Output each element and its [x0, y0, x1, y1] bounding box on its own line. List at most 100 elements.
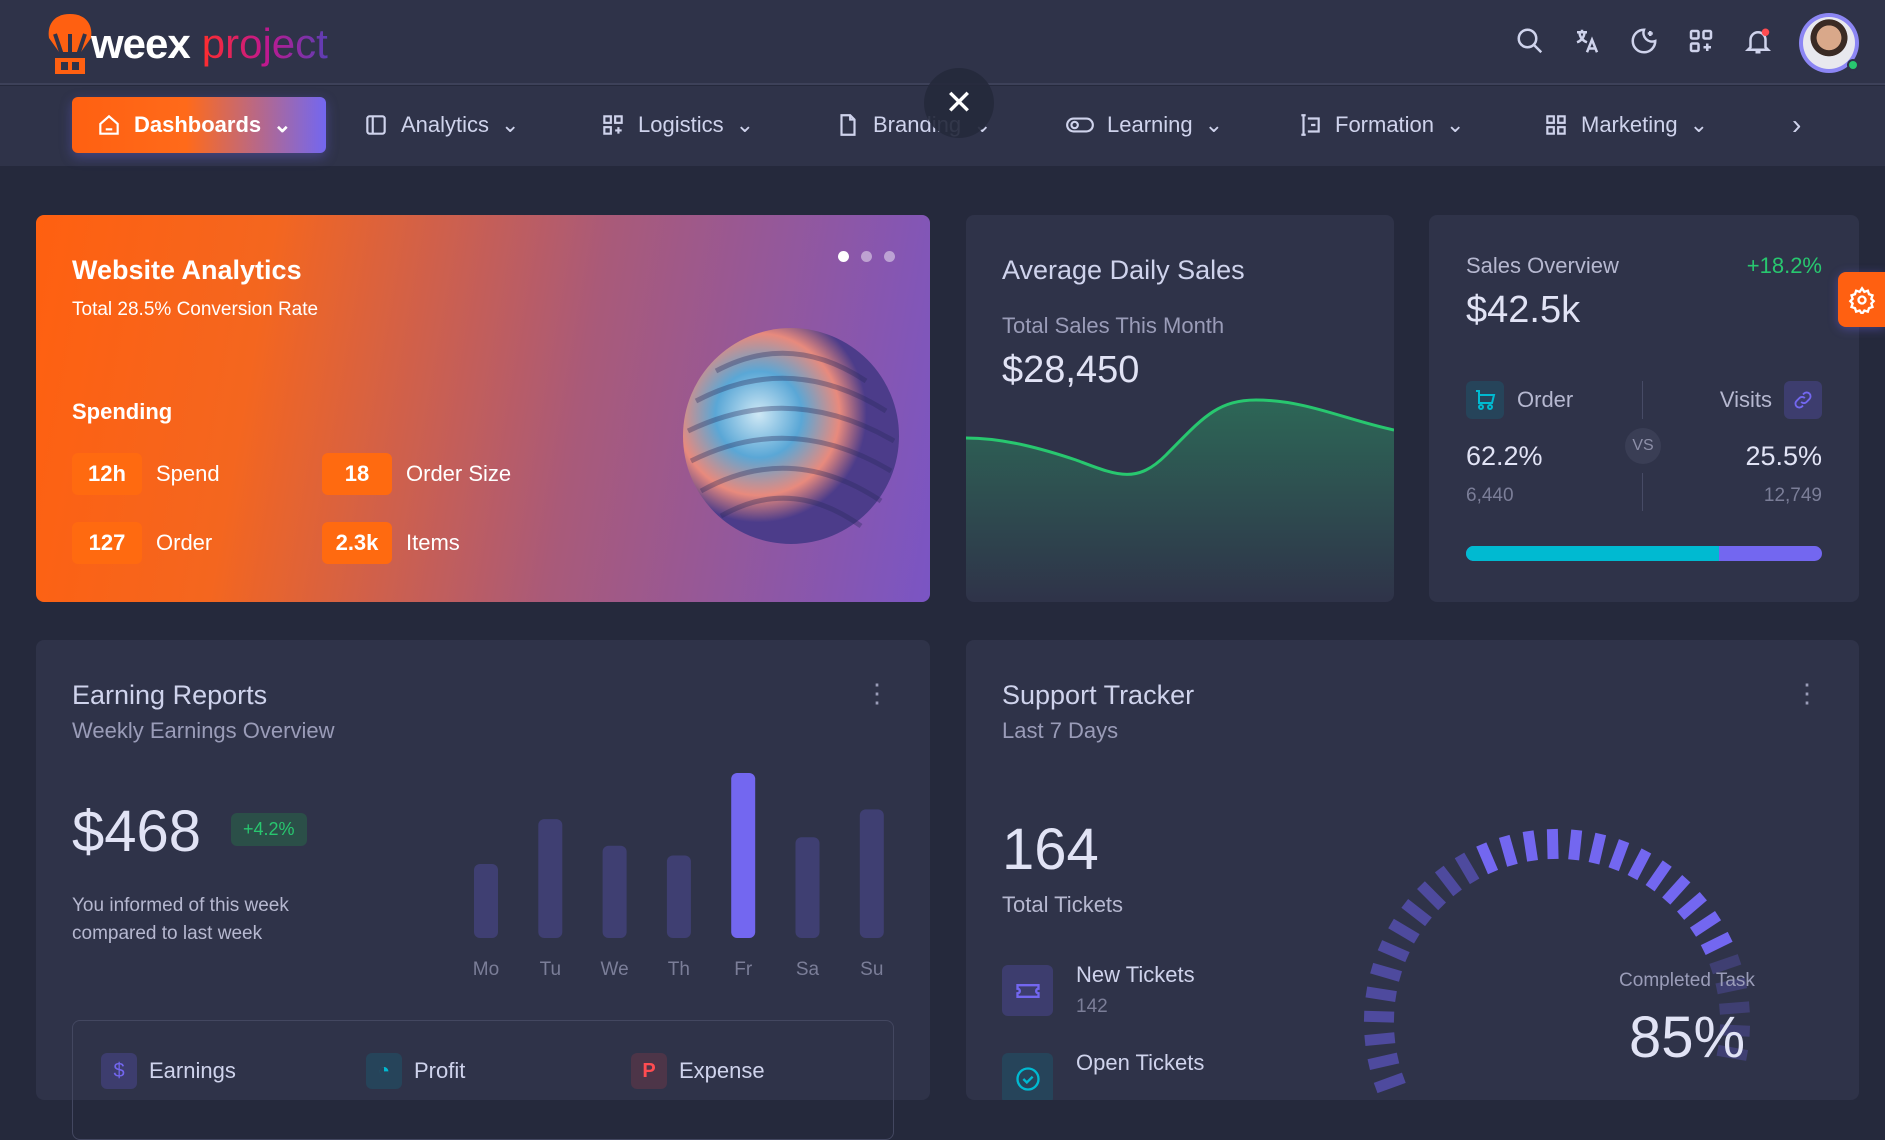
carousel-dot[interactable] [884, 251, 895, 262]
visits-count: 12,749 [1763, 485, 1822, 506]
toggle-icon [1066, 117, 1094, 133]
link-icon [1794, 391, 1812, 409]
card-subtitle: Last 7 Days [1002, 718, 1119, 743]
card-title: Website Analytics [72, 255, 302, 285]
more-options-icon[interactable]: ⋮ [864, 680, 890, 706]
stat-order: 127 Order [72, 522, 212, 564]
x-tick-label: We [601, 959, 629, 980]
order-progress-fill [1466, 546, 1719, 561]
brand-logo[interactable]: weex project [45, 12, 328, 76]
bar-Th [666, 855, 691, 938]
apps-icon[interactable] [1686, 26, 1716, 56]
gauge-tick [1522, 830, 1539, 862]
nav-label: Marketing [1581, 112, 1678, 137]
nav-label: Logistics [638, 112, 724, 137]
gear-icon [1848, 285, 1875, 314]
brand-name-2: project [201, 20, 328, 67]
carousel-dot[interactable] [861, 251, 872, 262]
legend-label: Earnings [149, 1058, 236, 1083]
legend-profit: ◔ Profit [366, 1053, 465, 1089]
nav-analytics[interactable]: Analytics ⌄ [363, 97, 519, 153]
legend-label: Expense [679, 1058, 765, 1083]
gauge-tick [1377, 940, 1410, 963]
gauge-tick [1363, 1010, 1395, 1023]
stat-value: 2.3k [322, 522, 392, 564]
card-title: Support Tracker [1002, 680, 1195, 710]
gauge-tick [1365, 986, 1397, 1003]
translate-icon[interactable] [1572, 26, 1602, 56]
gauge-tick [1677, 892, 1707, 920]
sales-value: $28,450 [1002, 349, 1140, 391]
nav-label: Learning [1107, 112, 1193, 137]
gauge-tick [1373, 1072, 1406, 1094]
visits-icon-box [1784, 381, 1822, 419]
card-subtitle: Total Sales This Month [1002, 313, 1225, 338]
nav-marketing[interactable]: Marketing ⌄ [1543, 97, 1708, 153]
vs-badge: VS [1625, 428, 1661, 464]
search-icon[interactable] [1515, 26, 1545, 56]
visits-label: Visits [1719, 387, 1772, 412]
new-tickets-label: New Tickets [1076, 962, 1195, 987]
gauge-tick [1627, 848, 1652, 881]
gauge-tick [1401, 899, 1432, 927]
customizer-settings-button[interactable] [1838, 272, 1885, 327]
dollar-icon: $ [101, 1053, 137, 1089]
total-tickets-label: Total Tickets [1002, 892, 1124, 917]
paypal-icon: P [631, 1053, 667, 1089]
chart-pie-icon: ◔ [366, 1053, 402, 1089]
comparison-note: You informed of this week compared to la… [72, 895, 289, 944]
grid-plus-icon [603, 115, 623, 135]
card-subtitle: Total 28.5% Conversion Rate [72, 299, 319, 320]
stat-label: Order [156, 530, 213, 555]
nav-label: Formation [1335, 112, 1435, 137]
open-tickets-icon-box [1002, 1053, 1053, 1100]
file-icon [840, 114, 856, 136]
moon-icon[interactable] [1629, 26, 1659, 56]
user-avatar[interactable] [1799, 13, 1859, 73]
average-daily-sales-card: Average Daily Sales Total Sales This Mon… [966, 215, 1394, 602]
stat-label: Order Size [406, 461, 512, 486]
order-icon-box [1466, 381, 1504, 419]
nav-formation[interactable]: Formation ⌄ [1297, 97, 1464, 153]
earning-reports-card: Earning Reports Weekly Earnings Overview… [36, 640, 930, 1140]
stat-items: 2.3k Items [322, 522, 460, 564]
open-tickets-label: Open Tickets [1076, 1050, 1205, 1075]
x-tick-label: Tu [540, 959, 561, 980]
sales-area-chart [966, 398, 1394, 602]
stat-value: 12h [72, 453, 142, 495]
chevron-down-icon: ⌄ [735, 112, 755, 137]
legend-label: Profit [414, 1058, 466, 1083]
carousel-dot[interactable] [838, 251, 849, 262]
gauge-tick [1662, 875, 1691, 905]
gauge-label: Completed Task [1619, 970, 1755, 991]
x-tick-label: Fr [734, 959, 753, 980]
earnings-value: $468 [72, 799, 202, 864]
home-icon [99, 114, 119, 135]
3d-sphere-illustration [683, 328, 899, 544]
close-button[interactable]: ✕ [924, 68, 994, 138]
nav-logistics[interactable]: Logistics ⌄ [600, 97, 754, 153]
order-count: 6,440 [1466, 485, 1514, 506]
gauge-tick [1498, 834, 1518, 867]
new-tickets-count: 142 [1076, 996, 1108, 1017]
gauge-tick [1370, 962, 1403, 982]
x-tick-label: Su [860, 959, 883, 980]
visits-percent: 25.5% [1745, 441, 1822, 471]
nav-learning[interactable]: Learning ⌄ [1065, 97, 1223, 153]
gauge-tick [1645, 860, 1672, 892]
bell-icon[interactable] [1743, 26, 1773, 56]
close-icon: ✕ [944, 84, 974, 122]
legend-expense: P Expense [631, 1053, 765, 1089]
chevron-down-icon: ⌄ [1204, 112, 1224, 137]
card-title: Sales Overview [1466, 253, 1619, 278]
earnings-breakdown-box: $ Earnings ◔ Profit P Expense [72, 1020, 894, 1140]
nav-scroll-right[interactable]: › [1792, 97, 1801, 153]
nav-dashboards[interactable]: Dashboards ⌄ [72, 97, 326, 153]
order-percent: 62.2% [1466, 441, 1543, 471]
change-badge: +4.2% [231, 813, 307, 846]
legend-earnings: $ Earnings [101, 1053, 236, 1089]
card-title: Average Daily Sales [1002, 255, 1245, 285]
order-label: Order [1517, 387, 1574, 412]
x-tick-label: Mo [473, 959, 499, 980]
chevron-down-icon: ⌄ [1446, 112, 1465, 137]
